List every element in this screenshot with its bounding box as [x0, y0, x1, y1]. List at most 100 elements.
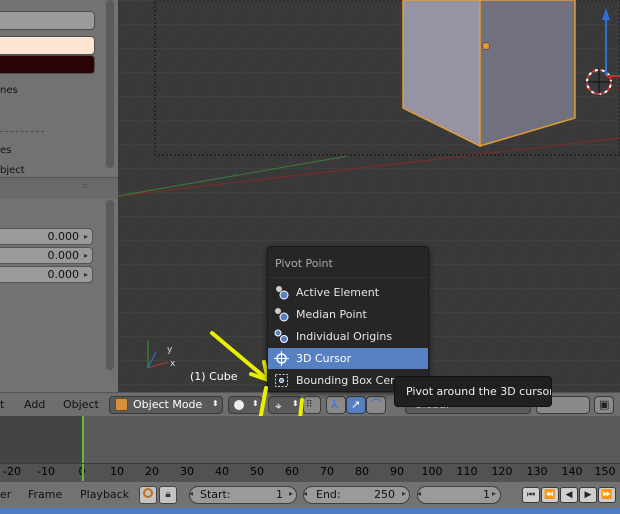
- current-frame-line[interactable]: [82, 416, 84, 463]
- jump-start-button[interactable]: ⏮: [522, 487, 540, 503]
- current-frame-value: 1: [483, 488, 490, 501]
- manipulator-toggle[interactable]: ⅄: [326, 396, 346, 414]
- jump-keyframe-forward-button[interactable]: ⏩: [598, 487, 616, 503]
- value-field[interactable]: 0.000 ▸: [0, 228, 93, 245]
- lock-icon[interactable]: 🔒︎: [159, 486, 177, 504]
- individual-origins-icon: [274, 329, 289, 344]
- current-frame-marker: [82, 464, 84, 481]
- tick-label: 110: [456, 465, 478, 478]
- rotate-manipulator[interactable]: ⌒: [366, 396, 386, 414]
- sphere-icon: [234, 400, 244, 410]
- panel-label-1: nes: [0, 85, 18, 96]
- menu-item-3d-cursor[interactable]: 3D Cursor: [268, 348, 428, 369]
- mode-selector[interactable]: Object Mode ⬍: [109, 396, 223, 414]
- arrow-right-icon: ▸: [83, 270, 88, 279]
- translate-manipulator[interactable]: ↗: [346, 396, 366, 414]
- arrow-left-icon: ◂: [189, 489, 194, 498]
- tick-label: 140: [561, 465, 583, 478]
- panel-subheader: :::: [0, 177, 118, 199]
- tooltip: Pivot around the 3D cursor: [394, 376, 552, 407]
- tick-label: 10: [110, 465, 124, 478]
- axis-x-label: x: [170, 359, 176, 369]
- tick-label: 40: [215, 465, 229, 478]
- play-reverse-button[interactable]: ◀: [560, 487, 578, 503]
- tick-label: 50: [250, 465, 264, 478]
- drag-handle-icon[interactable]: :::: [82, 181, 88, 190]
- menu-item-label: 3D Cursor: [296, 352, 352, 365]
- tick-label: 70: [320, 465, 334, 478]
- tick-label: -20: [3, 465, 21, 478]
- menu-add[interactable]: Add: [24, 398, 45, 411]
- rotate-icon: ⌒: [371, 398, 382, 411]
- tick-label: 100: [421, 465, 443, 478]
- tick-label: 80: [355, 465, 369, 478]
- value-text: 0.000: [47, 268, 80, 281]
- end-label: End:: [316, 488, 341, 501]
- tick-label: 20: [145, 465, 159, 478]
- current-frame-field[interactable]: ◂ 1 ▸: [417, 486, 501, 504]
- updown-icon: ⬍: [212, 399, 219, 408]
- separator: [0, 131, 44, 132]
- menu-item-label: Individual Origins: [296, 330, 393, 343]
- cursor-icon: [274, 351, 289, 366]
- object-origin: [482, 42, 490, 50]
- start-value: 1: [276, 488, 283, 501]
- median-point-icon: [274, 307, 289, 322]
- value-text: 0.000: [47, 249, 80, 262]
- value-text: 0.000: [47, 230, 80, 243]
- active-element-icon: [274, 285, 289, 300]
- timeline-ruler[interactable]: -20 -10 0 10 20 30 40 50 60 70 80 90 100…: [0, 463, 620, 481]
- tick-label: 120: [491, 465, 513, 478]
- tick-label: -10: [37, 465, 55, 478]
- value-field[interactable]: 0.000 ▸: [0, 247, 93, 264]
- menu-item-median-point[interactable]: Median Point: [268, 304, 428, 325]
- tick-label: 30: [180, 465, 194, 478]
- menu-item-individual-origins[interactable]: Individual Origins: [268, 326, 428, 347]
- axis-icon: ⅄: [331, 398, 338, 411]
- menu-item-label: Active Element: [296, 286, 380, 299]
- color-swatch-dark[interactable]: [0, 55, 95, 74]
- timeline-header: er Frame Playback 🔒︎ ◂ Start: 1 ▸ ◂ End:…: [0, 481, 620, 508]
- menu-frame[interactable]: Frame: [28, 488, 62, 501]
- keyframe-icon[interactable]: [139, 486, 157, 504]
- menu-playback[interactable]: Playback: [80, 488, 129, 501]
- panel-field-top[interactable]: [0, 11, 95, 30]
- menu-view[interactable]: t: [0, 398, 4, 411]
- arrow-right-icon: ▸: [83, 232, 88, 241]
- panel-label-3: bject: [0, 165, 25, 176]
- play-button[interactable]: ▶: [579, 487, 597, 503]
- properties-panel: nes es bject ::: 0.000 ▸ 0.000 ▸ 0.000 ▸: [0, 0, 118, 392]
- tick-label: 130: [526, 465, 548, 478]
- menu-item-label: Median Point: [296, 308, 367, 321]
- jump-keyframe-back-button[interactable]: ⏪: [541, 487, 559, 503]
- arrow-right-icon: ▸: [289, 489, 294, 498]
- end-frame-field[interactable]: ◂ End: 250 ▸: [303, 486, 410, 504]
- start-label: Start:: [200, 488, 231, 501]
- color-swatch-light[interactable]: [0, 36, 95, 55]
- object-info-label: (1) Cube: [190, 370, 238, 383]
- menu-item-active-element[interactable]: Active Element: [268, 282, 428, 303]
- panel-scrollbar-lower[interactable]: [106, 200, 114, 370]
- arrow-right-icon: ▸: [492, 489, 497, 498]
- arrow-icon: ↗: [351, 398, 361, 411]
- value-field[interactable]: 0.000 ▸: [0, 266, 93, 283]
- arrow-right-icon: ▸: [83, 251, 88, 260]
- lock-layers-button[interactable]: ▣: [594, 396, 614, 414]
- menu-divider: [268, 277, 428, 278]
- timeline-area[interactable]: [0, 416, 620, 463]
- mode-label: Object Mode: [133, 398, 203, 411]
- arrow-right-icon: ▸: [402, 489, 407, 498]
- panel-scrollbar[interactable]: [106, 0, 114, 168]
- menu-title: Pivot Point: [275, 257, 333, 270]
- menu-marker[interactable]: er: [0, 488, 11, 501]
- menu-object[interactable]: Object: [63, 398, 99, 411]
- status-strip: [0, 508, 620, 514]
- arrow-left-icon: ◂: [303, 489, 308, 498]
- start-frame-field[interactable]: ◂ Start: 1 ▸: [189, 486, 297, 504]
- tick-label: 150: [594, 465, 616, 478]
- tick-label: 90: [390, 465, 404, 478]
- axis-y-label: y: [167, 345, 173, 355]
- pivot-point-menu: Pivot Point Active Element Median Point …: [267, 246, 429, 392]
- panel-label-2: es: [0, 145, 12, 156]
- lock-icon: ▣: [599, 398, 610, 411]
